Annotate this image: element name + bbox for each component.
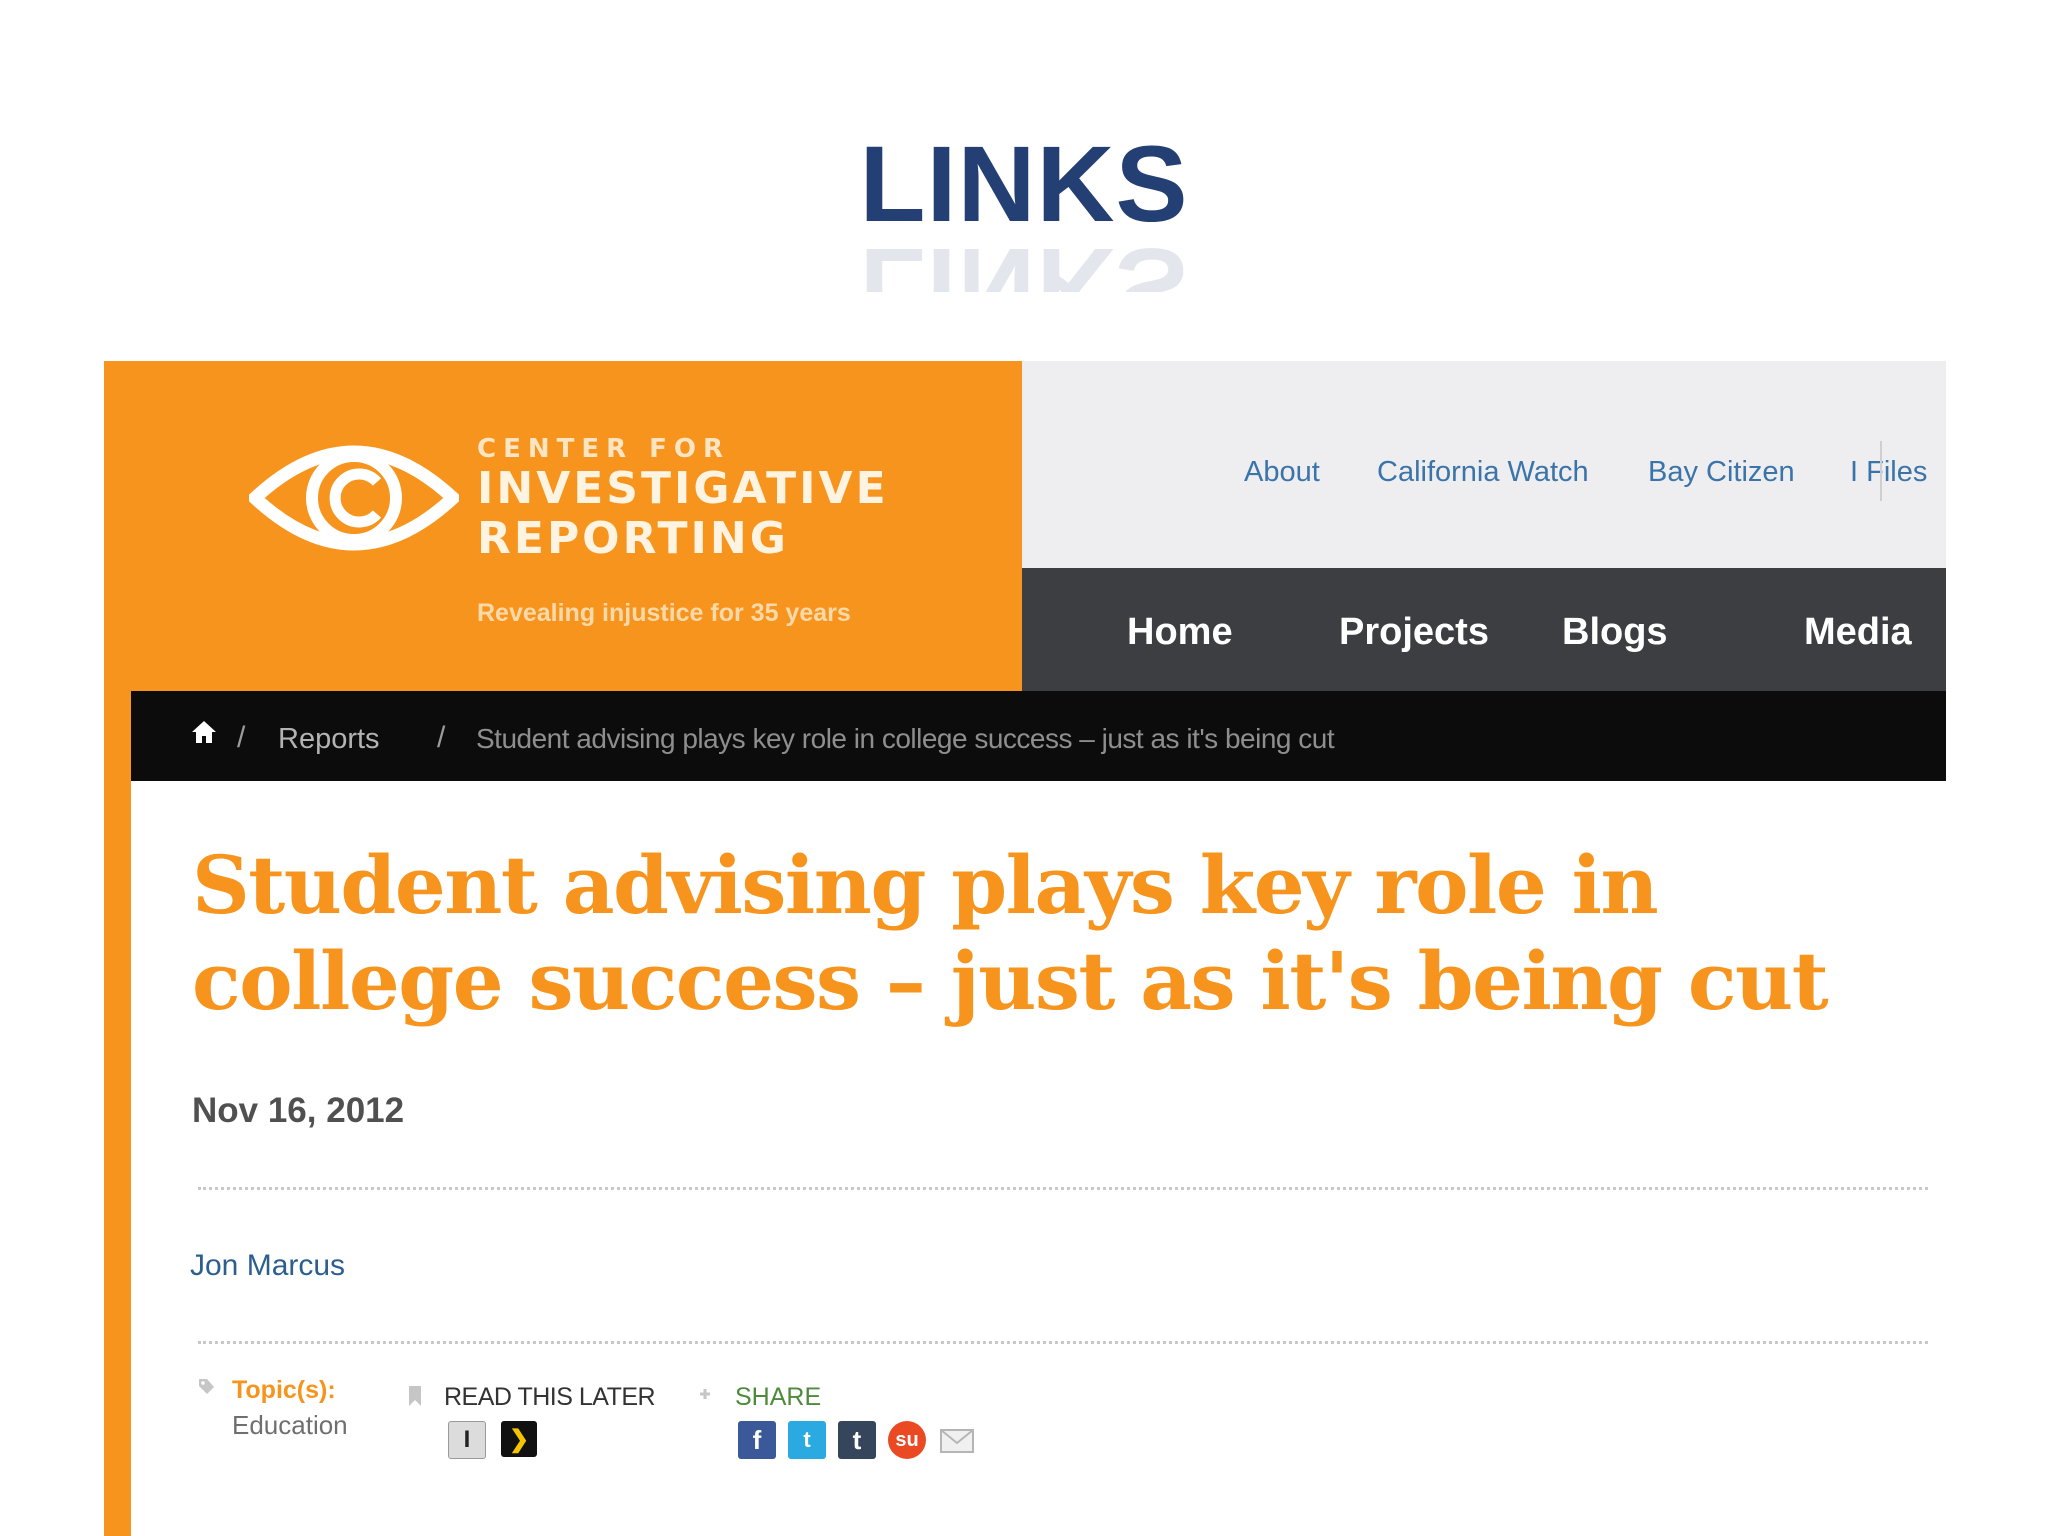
top-link-i-files[interactable]: I Files bbox=[1850, 456, 1927, 489]
article-author[interactable]: Jon Marcus bbox=[190, 1249, 345, 1283]
top-link-bay-citizen[interactable]: Bay Citizen bbox=[1648, 456, 1795, 489]
website-screenshot: CENTER FOR INVESTIGATIVE REPORTING Revea… bbox=[104, 361, 1946, 1536]
utility-nav: About California Watch Bay Citizen I Fil… bbox=[1022, 361, 1946, 568]
article-date: Nov 16, 2012 bbox=[192, 1091, 405, 1130]
slide-title-reflection: LINKS bbox=[0, 232, 2048, 292]
cir-eye-logo-icon[interactable] bbox=[249, 426, 459, 571]
breadcrumb-reports[interactable]: Reports bbox=[278, 723, 380, 756]
logo-line-2: INVESTIGATIVE bbox=[477, 463, 889, 514]
nav-projects[interactable]: Projects bbox=[1339, 611, 1489, 654]
site-tagline: Revealing injustice for 35 years bbox=[477, 599, 851, 627]
topics-label: Topic(s): bbox=[232, 1376, 336, 1404]
logo-line-3: REPORTING bbox=[477, 513, 789, 564]
dotted-divider bbox=[198, 1187, 1928, 1190]
brand-side-strip bbox=[104, 691, 131, 1536]
stumbleupon-icon[interactable]: su bbox=[888, 1421, 926, 1459]
bookmark-icon bbox=[409, 1386, 421, 1406]
site-logo-wordmark[interactable]: CENTER FOR INVESTIGATIVE REPORTING bbox=[477, 434, 889, 564]
facebook-icon[interactable]: f bbox=[738, 1421, 776, 1459]
instapaper-icon[interactable]: I bbox=[448, 1421, 486, 1459]
read-later-label: READ THIS LATER bbox=[444, 1383, 656, 1411]
dotted-divider bbox=[198, 1341, 1928, 1344]
twitter-icon[interactable]: t bbox=[788, 1421, 826, 1459]
breadcrumb-current-page: Student advising plays key role in colle… bbox=[476, 723, 1335, 754]
logo-line-1: CENTER FOR bbox=[477, 434, 731, 464]
article-title: Student advising plays key role in colle… bbox=[192, 838, 1829, 1028]
slide-title-container: LINKS bbox=[0, 130, 2048, 238]
nav-blogs[interactable]: Blogs bbox=[1562, 611, 1668, 654]
home-icon[interactable] bbox=[191, 719, 217, 745]
slide-title-reflection-text: LINKS bbox=[860, 232, 1189, 292]
share-label: SHARE bbox=[735, 1383, 822, 1411]
site-brand-panel: CENTER FOR INVESTIGATIVE REPORTING Revea… bbox=[104, 361, 1022, 691]
slide-title: LINKS bbox=[859, 123, 1189, 244]
main-nav: Home Projects Blogs Media bbox=[1022, 568, 1946, 691]
nav-home[interactable]: Home bbox=[1127, 611, 1233, 654]
tag-icon bbox=[199, 1379, 214, 1394]
email-icon[interactable] bbox=[938, 1421, 976, 1459]
readability-icon[interactable]: ❯ bbox=[501, 1421, 537, 1457]
top-link-california-watch[interactable]: California Watch bbox=[1377, 456, 1589, 489]
nav-media[interactable]: Media bbox=[1804, 611, 1912, 654]
topics-value[interactable]: Education bbox=[232, 1410, 348, 1441]
breadcrumb-separator: / bbox=[237, 721, 246, 754]
tumblr-icon[interactable]: t bbox=[838, 1421, 876, 1459]
utility-nav-divider bbox=[1880, 441, 1882, 501]
top-link-about[interactable]: About bbox=[1244, 456, 1320, 489]
breadcrumb: / Reports / Student advising plays key r… bbox=[131, 691, 1946, 781]
breadcrumb-separator: / bbox=[437, 721, 446, 754]
share-plus-icon bbox=[700, 1389, 710, 1399]
